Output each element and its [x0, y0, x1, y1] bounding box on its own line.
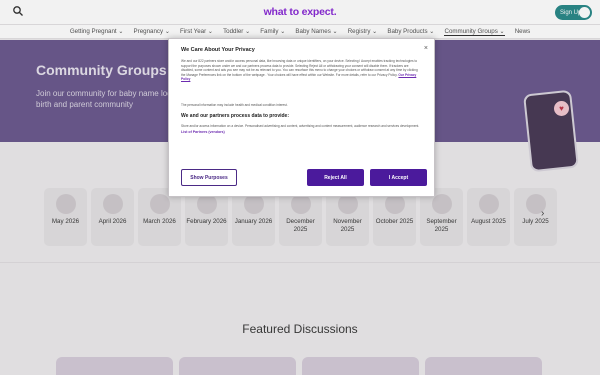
consent-buttons: Show Purposes Reject All I Accept: [181, 169, 427, 186]
reject-all-button[interactable]: Reject All: [307, 169, 364, 186]
process-title: We and our partners process data to prov…: [181, 113, 289, 119]
accept-button[interactable]: I Accept: [370, 169, 427, 186]
close-icon[interactable]: ×: [424, 45, 428, 52]
privacy-consent-dialog: × We Care About Your Privacy We and our …: [168, 38, 435, 197]
show-purposes-button[interactable]: Show Purposes: [181, 169, 237, 186]
privacy-legit-text: The personal information may include hea…: [181, 103, 288, 107]
partners-link[interactable]: List of Partners (vendors): [181, 130, 422, 134]
page: what to expect. Sign Up Getting Pregnant…: [0, 0, 600, 375]
privacy-title: We Care About Your Privacy: [181, 47, 255, 53]
process-body: Store and/or access information on a dev…: [181, 124, 420, 128]
privacy-body: We and our 822 partners store and/or acc…: [181, 59, 418, 82]
